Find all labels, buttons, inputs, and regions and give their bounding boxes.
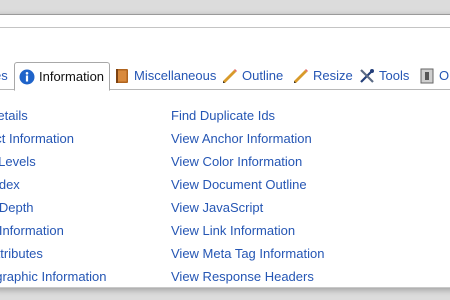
link-view-anchor-information[interactable]: View Anchor Information [171,131,324,154]
tab-partial-left[interactable]: es [0,62,8,89]
link-block-levels[interactable]: k Levels [0,154,107,177]
book-icon [114,68,130,84]
link-depth[interactable]: e Depth [0,200,107,223]
info-icon [19,69,35,85]
tab-tools[interactable]: Tools [359,62,409,89]
link-view-meta-tag-information[interactable]: View Meta Tag Information [171,246,324,269]
tab-label: es [0,68,8,83]
tab-label: Resize [313,68,353,83]
link-find-duplicate-ids[interactable]: Find Duplicate Ids [171,108,324,131]
tab-miscellaneous[interactable]: Miscellaneous [114,62,216,89]
pencil-icon [293,68,309,84]
tab-bar: es Information Miscellaneous [0,55,450,91]
tab-information[interactable]: Information [14,62,111,91]
tab-outline[interactable]: Outline [222,62,283,89]
link-object-information[interactable]: ect Information [0,131,107,154]
tools-icon [359,68,375,84]
link-view-javascript[interactable]: View JavaScript [171,200,324,223]
options-icon [419,68,435,84]
link-topographic-information[interactable]: ographic Information [0,269,107,292]
link-details[interactable]: Details [0,108,107,131]
tab-options[interactable]: Op [419,62,450,89]
information-content: Details ect Information k Levels Index e… [0,90,450,290]
tab-label: Information [39,69,105,84]
link-index[interactable]: Index [0,177,107,200]
web-developer-panel: es Information Miscellaneous [0,14,450,288]
link-view-response-headers[interactable]: View Response Headers [171,269,324,292]
link-view-color-information[interactable]: View Color Information [171,154,324,177]
right-link-column: Find Duplicate Ids View Anchor Informati… [171,108,324,292]
link-view-document-outline[interactable]: View Document Outline [171,177,324,200]
tab-resize[interactable]: Resize [293,62,353,89]
tab-label: Op [439,68,450,83]
link-information[interactable]: e Information [0,223,107,246]
tab-label: Miscellaneous [134,68,217,83]
pencil-icon [222,68,238,84]
link-attributes[interactable]: Attributes [0,246,107,269]
toolbar-strip [0,27,450,58]
link-view-link-information[interactable]: View Link Information [171,223,324,246]
tab-label: Outline [242,68,284,83]
left-link-column: Details ect Information k Levels Index e… [0,108,107,292]
tab-label: Tools [379,68,410,83]
